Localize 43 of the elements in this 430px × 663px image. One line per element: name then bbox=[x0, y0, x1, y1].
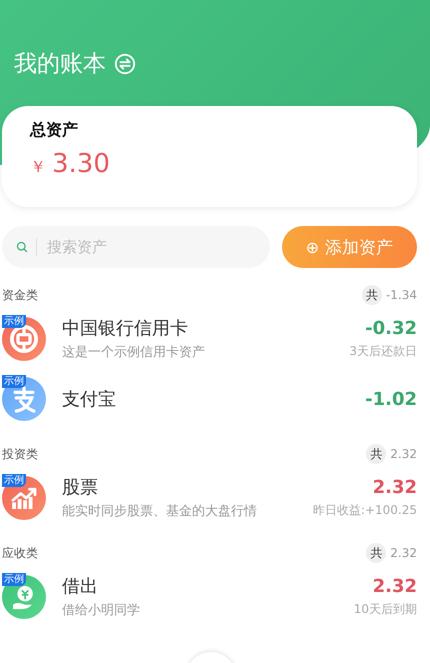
search-input[interactable]: 搜索资产 bbox=[44, 237, 256, 257]
asset-amount: 2.32 bbox=[372, 576, 417, 596]
bank-logo-icon bbox=[2, 316, 46, 360]
total-badge: 共 bbox=[366, 543, 386, 563]
search-icon bbox=[16, 240, 28, 254]
asset-note: 借给小明同学 bbox=[62, 602, 141, 619]
sample-tag: 示例 bbox=[2, 314, 26, 328]
group-label: 资金类 bbox=[2, 286, 38, 304]
asset-detail: 昨日收益:+100.25 bbox=[312, 502, 417, 518]
search-field[interactable]: 搜索资产 bbox=[2, 226, 270, 268]
asset-detail: 3天后还款日 bbox=[349, 342, 417, 360]
asset-name: 支付宝 bbox=[62, 388, 117, 411]
asset-row[interactable]: 示例 借出 借给小明同学 2.32 10天后到期 bbox=[0, 564, 430, 625]
asset-detail: 10天后到期 bbox=[354, 600, 417, 618]
asset-row[interactable]: 示例 股票 能实时同步股票、基金的大盘行情 2.32 昨日收益:+100.25 bbox=[0, 465, 430, 526]
asset-amount: -0.32 bbox=[365, 318, 417, 338]
group-label: 应收类 bbox=[2, 544, 38, 562]
sample-tag: 示例 bbox=[2, 572, 26, 586]
switch-icon[interactable] bbox=[114, 52, 136, 74]
total-amount: 3.30 bbox=[52, 149, 110, 179]
total-badge: 共 bbox=[366, 444, 386, 464]
asset-row[interactable]: 示例 支付宝 -1.02 bbox=[0, 367, 430, 427]
summary-label: 总资产 bbox=[30, 120, 79, 141]
page-title: 我的账本 bbox=[14, 50, 106, 79]
chart-up-icon bbox=[2, 476, 46, 520]
asset-note: 能实时同步股票、基金的大盘行情 bbox=[62, 503, 258, 520]
group-total-value: 2.32 bbox=[390, 546, 417, 560]
alipay-logo-icon bbox=[2, 377, 46, 421]
asset-note: 这是一个示例信用卡资产 bbox=[62, 344, 206, 361]
group-label: 投资类 bbox=[2, 446, 38, 462]
asset-amount: -1.02 bbox=[365, 388, 417, 410]
asset-name: 借出 bbox=[62, 575, 99, 598]
asset-name: 股票 bbox=[62, 476, 99, 499]
total-badge: 共 bbox=[362, 285, 382, 305]
group-total-value: 2.32 bbox=[390, 447, 417, 461]
asset-amount: 2.32 bbox=[372, 476, 417, 498]
sample-tag: 示例 bbox=[2, 375, 26, 388]
asset-row[interactable]: 示例 中国银行信用卡 这是一个示例信用卡资产 -0.32 3天后还款日 bbox=[0, 306, 430, 367]
asset-name: 中国银行信用卡 bbox=[62, 317, 189, 340]
currency-symbol: ￥ bbox=[30, 157, 46, 178]
group-total-value: -1.34 bbox=[386, 288, 417, 302]
sample-tag: 示例 bbox=[2, 474, 26, 486]
money-hand-icon bbox=[2, 574, 46, 618]
